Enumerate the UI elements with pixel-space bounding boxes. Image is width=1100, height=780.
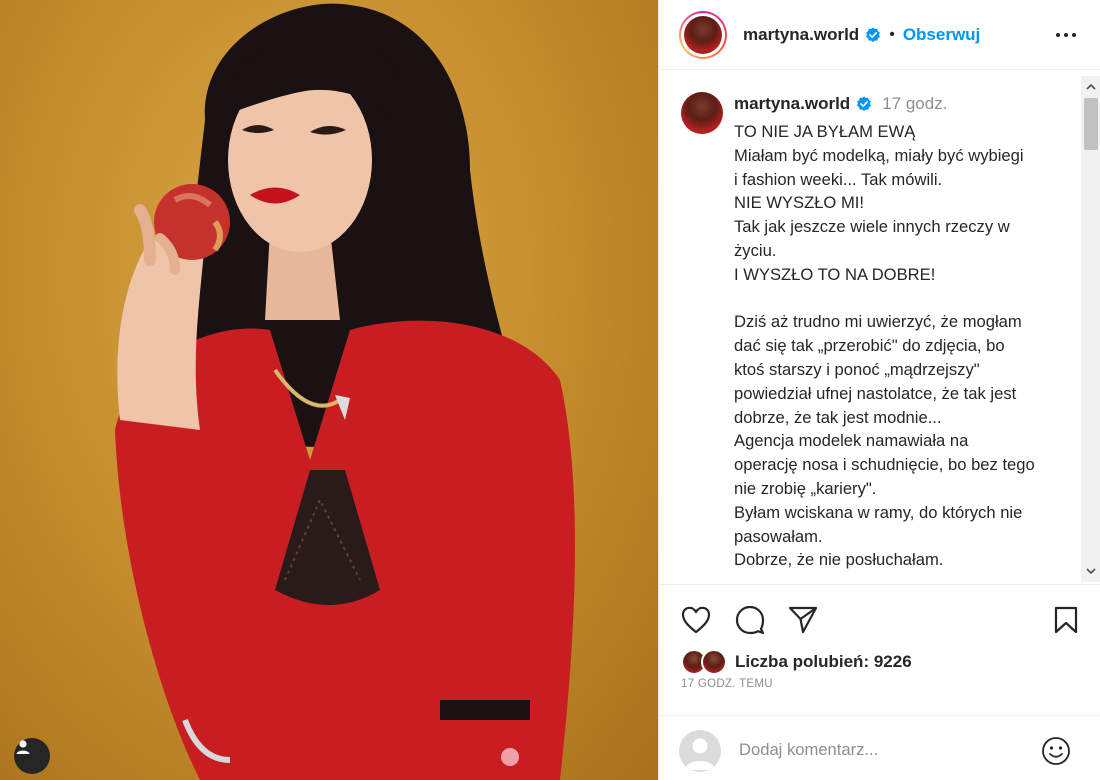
- caption-username[interactable]: martyna.world: [734, 94, 850, 114]
- caption-line: dać się tak „przerobić" do zdjęcia, bo: [734, 336, 1005, 356]
- more-options-icon[interactable]: [1053, 22, 1079, 48]
- comment-bubble-icon[interactable]: [733, 603, 767, 637]
- scroll-up-arrow-icon[interactable]: [1081, 78, 1100, 96]
- post-timestamp[interactable]: 17 GODZ. TEMU: [681, 678, 773, 690]
- likes-summary[interactable]: Liczba polubień: 9226: [681, 649, 912, 675]
- verified-badge-icon: [857, 96, 872, 111]
- caption-avatar[interactable]: [681, 92, 723, 134]
- emoji-icon[interactable]: [1039, 734, 1073, 768]
- likes-count[interactable]: Liczba polubień: 9226: [735, 652, 912, 672]
- user-tag-icon: [16, 740, 30, 754]
- photo-illustration: [115, 3, 575, 780]
- verified-badge-icon: [866, 27, 881, 42]
- caption-line: ktoś starszy i ponoć „mądrzejszy": [734, 359, 980, 379]
- caption-line: operację nosa i schudnięcie, bo bez tego: [734, 455, 1035, 475]
- author-username[interactable]: martyna.world: [743, 25, 859, 45]
- bookmark-icon[interactable]: [1049, 603, 1083, 637]
- post-details-panel: martyna.world • Obserwuj martyna.world 1…: [658, 0, 1100, 780]
- caption-line: życiu.: [734, 240, 777, 260]
- caption-line: i fashion weeki... Tak mówili.: [734, 169, 943, 189]
- caption-line: Agencja modelek namawiała na: [734, 431, 969, 451]
- caption-text: TO NIE JA BYŁAM EWĄ Miałam być modelką, …: [734, 120, 1064, 572]
- post-actions: Liczba polubień: 9226 17 GODZ. TEMU: [659, 584, 1100, 780]
- user-tag-button[interactable]: [14, 738, 50, 774]
- caption-line: [734, 287, 1064, 311]
- caption-header: martyna.world 17 godz.: [734, 94, 947, 114]
- caption-scrollbar[interactable]: [1081, 76, 1100, 582]
- caption-line: Miałam być modelką, miały być wybiegi: [734, 145, 1024, 165]
- caption-line: Tak jak jeszcze wiele innych rzeczy w: [734, 217, 1010, 237]
- caption-line: TO NIE JA BYŁAM EWĄ: [734, 122, 916, 141]
- comment-input[interactable]: [739, 740, 1019, 760]
- liker-avatar: [701, 649, 727, 675]
- caption-time[interactable]: 17 godz.: [882, 94, 947, 114]
- scroll-down-arrow-icon[interactable]: [1081, 562, 1100, 580]
- follow-button[interactable]: Obserwuj: [903, 25, 980, 45]
- comment-composer: [659, 715, 1100, 780]
- scrollbar-thumb[interactable]: [1084, 98, 1098, 150]
- post-header: martyna.world • Obserwuj: [659, 0, 1100, 70]
- current-user-avatar: [679, 730, 721, 772]
- caption-line: nie zrobię „kariery".: [734, 478, 877, 498]
- caption-line: Dziś aż trudno mi uwierzyć, że mogłam: [734, 312, 1022, 332]
- caption-line: NIE WYSZŁO MI!: [734, 193, 864, 213]
- caption-line: powiedział ufnej nastolatce, że tak jest: [734, 383, 1017, 403]
- caption-line: dobrze, że tak jest modnie...: [734, 407, 942, 427]
- caption-line: Byłam wciskana w ramy, do których nie: [734, 502, 1023, 522]
- post-photo[interactable]: [0, 0, 658, 780]
- heart-icon[interactable]: [679, 603, 713, 637]
- send-icon[interactable]: [786, 603, 820, 637]
- caption-section: martyna.world 17 godz. TO NIE JA BYŁAM E…: [659, 76, 1083, 582]
- caption-line: Dobrze, że nie posłuchałam.: [734, 550, 944, 570]
- separator-dot: •: [889, 25, 895, 43]
- author-avatar[interactable]: [679, 10, 727, 59]
- caption-line: pasowałam.: [734, 526, 823, 546]
- caption-line: I WYSZŁO TO NA DOBRE!: [734, 264, 936, 284]
